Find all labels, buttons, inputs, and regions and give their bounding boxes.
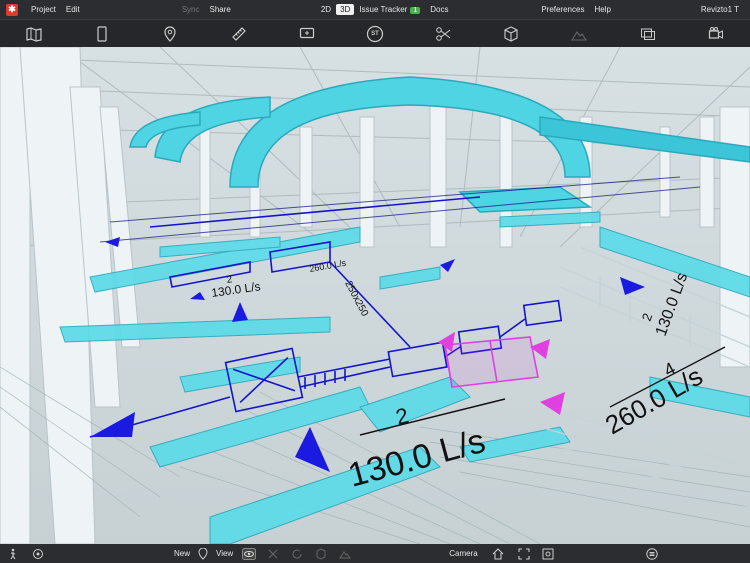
tablet-icon[interactable] xyxy=(89,24,115,44)
eye-icon[interactable] xyxy=(237,544,261,563)
camera-icon[interactable] xyxy=(703,24,729,44)
fit-view-icon[interactable] xyxy=(512,544,536,563)
home-icon[interactable] xyxy=(484,544,512,563)
st-label: ST xyxy=(371,30,379,37)
view-button[interactable]: View xyxy=(216,549,233,558)
terrain-small-icon[interactable] xyxy=(333,544,357,563)
menu-docs[interactable]: Docs xyxy=(425,5,453,14)
menu-edit[interactable]: Edit xyxy=(61,5,85,14)
issue-tracker-label: Issue Tracker xyxy=(359,5,408,14)
app-logo[interactable]: ✱ xyxy=(6,3,18,16)
focus-icon[interactable] xyxy=(536,544,560,563)
menu-preferences[interactable]: Preferences xyxy=(536,5,589,14)
map-icon[interactable] xyxy=(21,24,47,44)
3d-viewport[interactable]: 2 130.0 L/s 4 260.0 L/s 2 130.0 L/s 260.… xyxy=(0,47,750,544)
st-icon[interactable]: ST xyxy=(362,24,388,44)
comment-icon[interactable] xyxy=(294,24,320,44)
menu-project[interactable]: Project xyxy=(26,5,61,14)
rotate-icon[interactable] xyxy=(285,544,309,563)
menu-bar: ✱ Project Edit Sync Share 2D 3D Issue Tr… xyxy=(0,0,750,19)
pin-icon[interactable] xyxy=(190,544,216,563)
tool-bar: ST xyxy=(0,19,750,48)
menu-issue-tracker[interactable]: Issue Tracker 1 xyxy=(354,5,425,14)
layers-icon[interactable] xyxy=(635,24,661,44)
list-menu-icon[interactable] xyxy=(640,544,664,563)
terrain-icon[interactable] xyxy=(566,24,592,44)
user-name[interactable]: Revizto1 T xyxy=(696,5,744,14)
toggle-2d[interactable]: 2D xyxy=(316,5,336,14)
walk-icon[interactable] xyxy=(0,544,26,563)
toggle-3d[interactable]: 3D xyxy=(336,4,355,15)
cube-icon[interactable] xyxy=(498,24,524,44)
bottom-bar: New View Camera xyxy=(0,544,750,563)
scissors-icon[interactable] xyxy=(430,24,456,44)
box-small-icon[interactable] xyxy=(309,544,333,563)
scissors-small-icon[interactable] xyxy=(261,544,285,563)
model-scene[interactable]: 2 130.0 L/s 4 260.0 L/s 2 130.0 L/s 260.… xyxy=(0,47,750,544)
navigate-icon[interactable] xyxy=(26,544,50,563)
menu-share[interactable]: Share xyxy=(205,5,236,14)
camera-button[interactable]: Camera xyxy=(449,549,477,558)
issue-count-badge: 1 xyxy=(410,7,421,14)
new-button[interactable]: New xyxy=(174,549,190,558)
ruler-icon[interactable] xyxy=(226,24,252,44)
pin-icon[interactable] xyxy=(157,24,183,44)
menu-help[interactable]: Help xyxy=(589,5,615,14)
menu-sync[interactable]: Sync xyxy=(177,5,205,14)
